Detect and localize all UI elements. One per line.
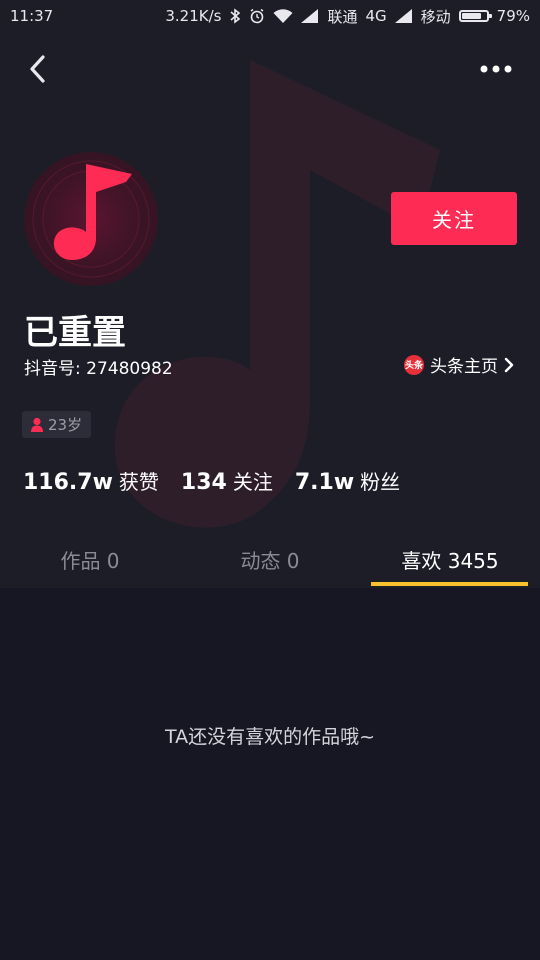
age-badge: 23岁 <box>22 411 92 438</box>
female-user-icon <box>31 417 43 432</box>
tab-dynamics[interactable]: 动态 0 <box>180 530 360 588</box>
tab-works[interactable]: 作品 0 <box>0 530 180 588</box>
stat-likes[interactable]: 116.7w 获赞 <box>23 466 159 495</box>
battery-fill <box>461 13 481 19</box>
tab-indicator <box>371 582 528 586</box>
stats-row: 116.7w 获赞 134 关注 7.1w 粉丝 <box>23 466 400 495</box>
stat-label: 获赞 <box>118 470 159 494</box>
carrier-1: 联通 <box>327 7 358 26</box>
status-bar: 11:37 3.21K/s 联通 4G 移动 79% <box>0 0 540 32</box>
stat-followers[interactable]: 7.1w 粉丝 <box>295 466 400 495</box>
stat-following[interactable]: 134 关注 <box>181 466 273 495</box>
follow-button[interactable]: 关注 <box>391 192 517 245</box>
stat-number: 7.1w <box>294 470 355 495</box>
carrier-2: 移动 <box>420 7 451 26</box>
tab-likes[interactable]: 喜欢 3455 <box>360 530 540 588</box>
nickname: 已重置 <box>24 313 126 353</box>
more-button[interactable] <box>476 56 516 82</box>
toutiao-label: 头条主页 <box>430 357 498 377</box>
alarm-icon <box>249 8 265 24</box>
battery-percent: 79% <box>496 7 530 25</box>
age-text: 23岁 <box>48 416 83 434</box>
signal-icon <box>301 9 319 23</box>
more-dots-icon <box>480 65 512 73</box>
signal-icon <box>394 9 413 23</box>
battery-icon <box>458 10 492 22</box>
stat-label: 关注 <box>232 470 273 494</box>
music-note-icon <box>32 160 150 278</box>
profile-header-background <box>0 0 540 588</box>
toutiao-logo-icon: 头条 <box>404 354 424 375</box>
chevron-right-icon <box>504 357 514 372</box>
empty-state-message: TA还没有喜欢的作品哦~ <box>164 726 376 748</box>
chevron-left-icon <box>30 55 45 83</box>
wifi-icon <box>273 8 293 24</box>
network-type: 4G <box>365 7 387 25</box>
toutiao-homepage-link[interactable]: 头条 头条主页 <box>404 352 514 377</box>
stat-number: 116.7w <box>23 470 113 495</box>
status-time: 11:37 <box>10 7 54 25</box>
network-speed: 3.21K/s <box>165 7 222 25</box>
stat-label: 粉丝 <box>360 470 401 494</box>
profile-tabs: 作品 0 动态 0 喜欢 3455 <box>0 530 540 588</box>
bluetooth-icon <box>229 8 241 24</box>
avatar[interactable] <box>24 152 158 286</box>
back-button[interactable] <box>20 52 54 86</box>
douyin-id: 抖音号: 27480982 <box>24 359 173 379</box>
stat-number: 134 <box>180 470 227 495</box>
